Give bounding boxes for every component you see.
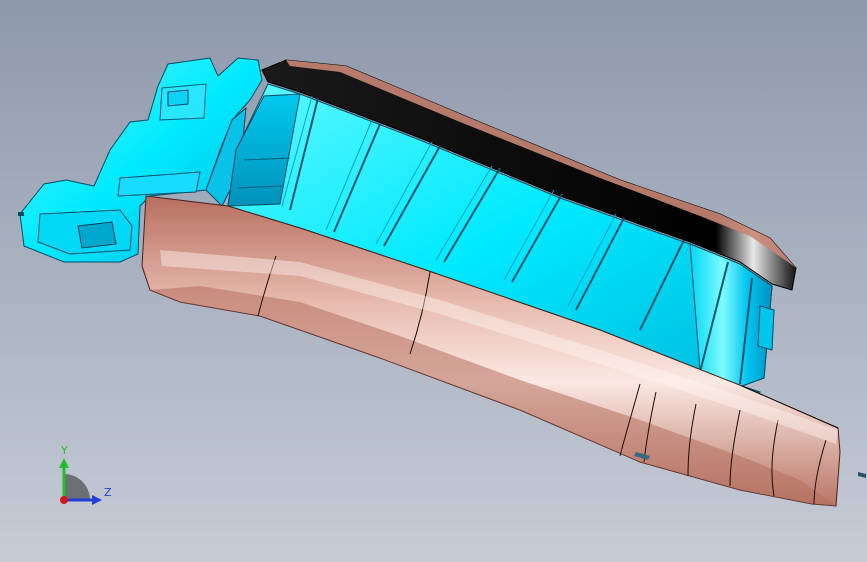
y-axis-arrow (59, 458, 69, 468)
triad-base-arc (64, 474, 90, 500)
orientation-triad: Y Z (46, 440, 116, 510)
z-axis-arrow (92, 495, 102, 505)
y-axis-label: Y (60, 444, 68, 457)
z-axis-label: Z (104, 486, 112, 499)
x-axis-dot (60, 496, 68, 504)
3d-viewport[interactable] (0, 0, 867, 562)
